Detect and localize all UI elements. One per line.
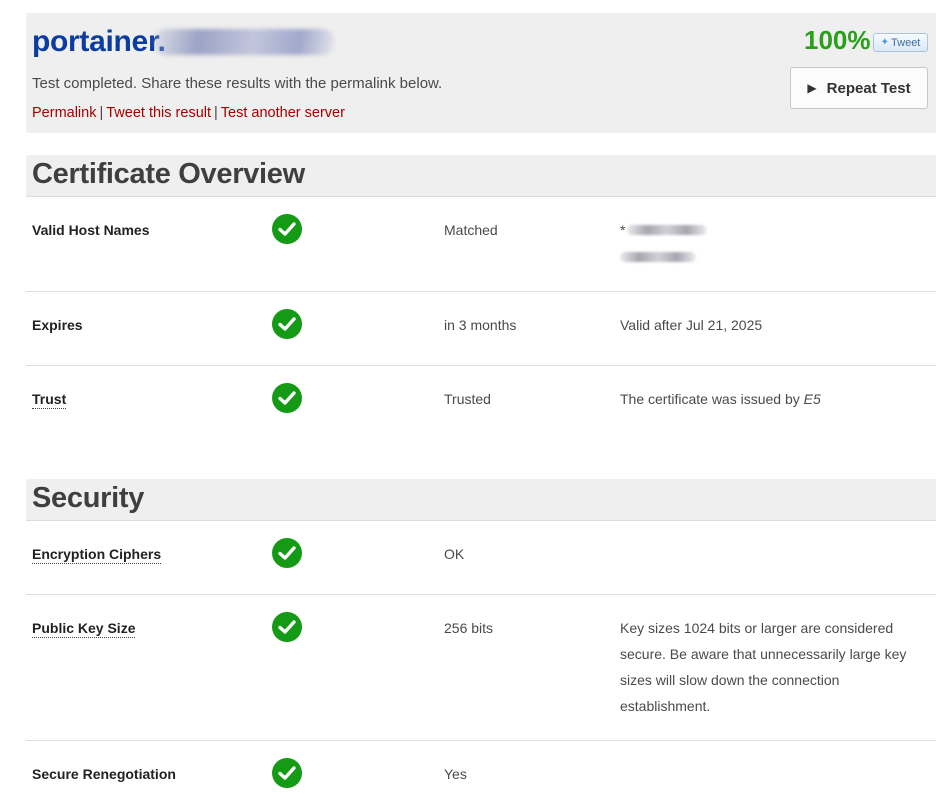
table-row: Secure Renegotiation Yes [26,741,936,796]
table-row: Public Key Size 256 bits Key sizes 1024 … [26,595,936,741]
certificate-overview-header: Certificate Overview [26,155,936,197]
redacted-hostname [154,29,334,55]
row-label: Expires [32,317,83,333]
host-title: portainer. [32,25,166,58]
table-row: Encryption Ciphers OK [26,521,936,595]
wildcard-prefix: * [620,222,626,238]
check-circle-icon [272,383,302,413]
tweet-button-label: Tweet [891,36,921,49]
row-status: in 3 months [444,317,517,333]
row-detail: Valid after Jul 21, 2025 [620,317,763,333]
status-text: Test completed. Share these results with… [32,75,443,92]
repeat-test-label: Repeat Test [826,79,911,97]
check-circle-icon [272,758,302,788]
row-status: Trusted [444,391,491,407]
redacted-hostname [620,252,696,262]
row-status: Matched [444,222,498,238]
link-separator: | [214,105,218,121]
link-separator: | [99,105,104,121]
section-title: Certificate Overview [32,158,305,190]
row-label: Secure Renegotiation [32,766,176,782]
result-links: Permalink | Tweet this result | Test another… [32,105,345,121]
tweet-result-link[interactable]: Tweet this result [106,105,211,121]
row-status: 256 bits [444,620,494,636]
security-header: Security [26,479,936,521]
repeat-test-button[interactable]: ▶ Repeat Test [790,67,928,109]
redacted-hostname [627,225,708,235]
results-header: portainer. Test completed. Share these r… [26,13,936,133]
trust-label[interactable]: Trust [32,391,67,409]
section-title: Security [32,482,145,514]
score-percentage: 100% [804,25,871,55]
test-another-server-link[interactable]: Test another server [221,105,345,121]
check-circle-icon [272,538,302,568]
check-circle-icon [272,612,302,642]
check-circle-icon [272,309,302,339]
row-status: OK [444,546,465,562]
issuer-text: The certificate was issued by [620,391,804,407]
table-row: Trust Trusted The certificate was issued… [26,366,936,466]
table-row: Valid Host Names Matched * [26,197,936,292]
issuer-name: E5 [803,391,821,407]
check-circle-icon [272,214,302,244]
row-status: Yes [444,766,467,782]
row-label: Valid Host Names [32,222,150,238]
public-key-size-label[interactable]: Public Key Size [32,620,136,638]
twitter-bird-icon: ✦ [880,37,890,48]
table-row: Expires in 3 months Valid after Jul 21, … [26,292,936,366]
row-detail: The certificate was issued by E5 [620,391,920,407]
tweet-button[interactable]: ✦ Tweet [873,33,928,52]
host-names-detail: * [620,222,920,262]
row-detail: Key sizes 1024 bits or larger are consid… [620,620,907,714]
permalink-link[interactable]: Permalink [32,105,96,121]
play-icon: ▶ [807,81,817,95]
encryption-ciphers-label[interactable]: Encryption Ciphers [32,546,162,564]
